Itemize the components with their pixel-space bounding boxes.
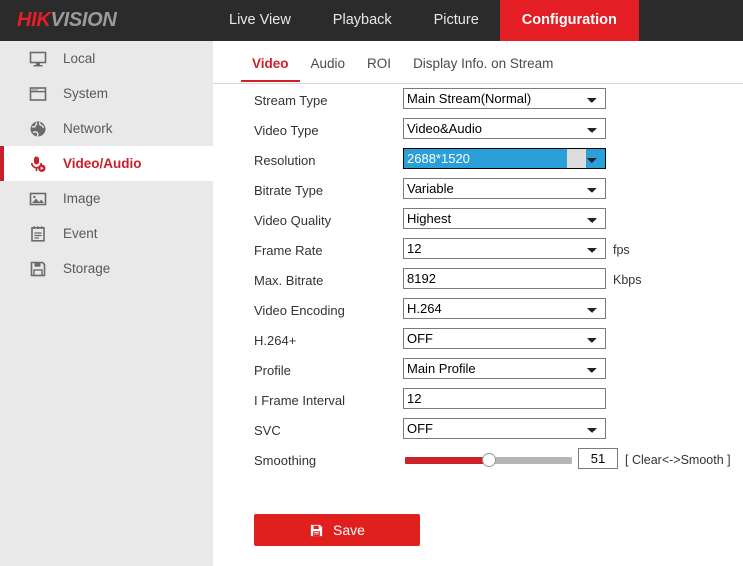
globe-icon <box>27 118 49 140</box>
label-video-encoding: Video Encoding <box>254 303 345 318</box>
sidebar-item-label: Local <box>63 51 95 66</box>
floppy-disk-icon <box>27 258 49 280</box>
tab-roi[interactable]: ROI <box>356 49 402 82</box>
form-row-video-encoding: Video Encoding H.264 <box>213 297 743 327</box>
form-row-bitrate-type: Bitrate Type Variable <box>213 177 743 207</box>
label-video-quality: Video Quality <box>254 213 331 228</box>
sidebar-item-image[interactable]: Image <box>0 181 213 216</box>
control-video-quality: Highest <box>403 208 606 229</box>
sidebar-item-event[interactable]: Event <box>0 216 213 251</box>
tab-audio[interactable]: Audio <box>300 49 357 82</box>
bitrate-type-select[interactable]: Variable <box>403 178 606 199</box>
nav-tab-live-view[interactable]: Live View <box>208 0 312 41</box>
control-bitrate-type: Variable <box>403 178 606 199</box>
unit-kbps: Kbps <box>613 273 642 287</box>
control-i-frame-interval <box>403 388 606 409</box>
microphone-icon <box>27 153 49 175</box>
sidebar-item-label: Image <box>63 191 101 206</box>
form-row-resolution: Resolution 2688*1520 <box>213 147 743 177</box>
main-navigation: Live ViewPlaybackPictureConfiguration <box>208 0 639 41</box>
control-video-type: Video&Audio <box>403 118 606 139</box>
sidebar-item-label: Event <box>63 226 98 241</box>
frame-rate-select[interactable]: 12 <box>403 238 606 259</box>
tab-video[interactable]: Video <box>241 49 300 82</box>
label-video-type: Video Type <box>254 123 319 138</box>
sidebar-item-label: Storage <box>63 261 110 276</box>
label-max-bitrate: Max. Bitrate <box>254 273 323 288</box>
form-row-max-bitrate: Max. Bitrate Kbps <box>213 267 743 297</box>
sidebar-item-label: Video/Audio <box>63 156 142 171</box>
label-stream-type: Stream Type <box>254 93 327 108</box>
sidebar-item-label: Network <box>63 121 113 136</box>
control-profile: Main Profile <box>403 358 606 379</box>
slider-handle[interactable] <box>482 453 496 467</box>
svc-select[interactable]: OFF <box>403 418 606 439</box>
smoothing-value-input[interactable] <box>578 448 618 469</box>
label-profile: Profile <box>254 363 291 378</box>
label-i-frame-interval: I Frame Interval <box>254 393 345 408</box>
label-smoothing: Smoothing <box>254 453 316 468</box>
floppy-disk-icon <box>309 523 324 538</box>
h264-plus-select[interactable]: OFF <box>403 328 606 349</box>
top-header-bar: HIKVISION Live ViewPlaybackPictureConfig… <box>0 0 743 41</box>
video-encoding-select[interactable]: H.264 <box>403 298 606 319</box>
form-row-svc: SVC OFF <box>213 417 743 447</box>
stream-type-select[interactable]: Main Stream(Normal) <box>403 88 606 109</box>
smoothing-slider[interactable] <box>405 456 572 464</box>
label-bitrate-type: Bitrate Type <box>254 183 323 198</box>
save-button[interactable]: Save <box>254 514 420 546</box>
nav-tab-configuration[interactable]: Configuration <box>500 0 639 41</box>
control-frame-rate: 12 <box>403 238 606 259</box>
form-row-frame-rate: Frame Rate 12 fps <box>213 237 743 267</box>
smoothing-hint-text: [ Clear<->Smooth ] <box>625 453 731 467</box>
window-icon <box>27 83 49 105</box>
video-type-select[interactable]: Video&Audio <box>403 118 606 139</box>
logo-text-hik: HIK <box>17 9 51 31</box>
control-max-bitrate <box>403 268 606 289</box>
control-resolution: 2688*1520 <box>403 148 606 169</box>
slider-fill <box>405 457 489 464</box>
main-content-panel: VideoAudioROIDisplay Info. on Stream Str… <box>213 41 743 566</box>
content-tab-strip: VideoAudioROIDisplay Info. on Stream <box>213 49 743 84</box>
calendar-icon <box>27 223 49 245</box>
i-frame-interval-input[interactable] <box>403 388 606 409</box>
form-row-stream-type: Stream Type Main Stream(Normal) <box>213 87 743 117</box>
control-stream-type: Main Stream(Normal) <box>403 88 606 109</box>
control-svc: OFF <box>403 418 606 439</box>
sidebar-item-system[interactable]: System <box>0 76 213 111</box>
label-frame-rate: Frame Rate <box>254 243 323 258</box>
resolution-select[interactable]: 2688*1520 <box>403 148 606 169</box>
form-row-smoothing: Smoothing [ Clear<->Smooth ] <box>213 447 743 477</box>
form-row-video-type: Video Type Video&Audio <box>213 117 743 147</box>
hikvision-logo: HIKVISION <box>17 9 117 32</box>
max-bitrate-input[interactable] <box>403 268 606 289</box>
profile-select[interactable]: Main Profile <box>403 358 606 379</box>
sidebar-item-label: System <box>63 86 108 101</box>
nav-tab-picture[interactable]: Picture <box>413 0 500 41</box>
form-row-profile: Profile Main Profile <box>213 357 743 387</box>
nav-tab-playback[interactable]: Playback <box>312 0 413 41</box>
form-row-video-quality: Video Quality Highest <box>213 207 743 237</box>
video-quality-select[interactable]: Highest <box>403 208 606 229</box>
form-row-h264-plus: H.264+ OFF <box>213 327 743 357</box>
save-button-label: Save <box>333 522 365 538</box>
picture-icon <box>27 188 49 210</box>
sidebar-item-storage[interactable]: Storage <box>0 251 213 286</box>
sidebar-item-video-audio[interactable]: Video/Audio <box>0 146 213 181</box>
monitor-icon <box>27 48 49 70</box>
video-settings-form: Stream Type Main Stream(Normal) Video Ty… <box>213 87 743 477</box>
form-row-i-frame-interval: I Frame Interval <box>213 387 743 417</box>
sidebar-item-network[interactable]: Network <box>0 111 213 146</box>
label-resolution: Resolution <box>254 153 315 168</box>
control-video-encoding: H.264 <box>403 298 606 319</box>
sidebar-navigation: Local System Network Video/Audio Image E… <box>0 41 213 566</box>
sidebar-item-local[interactable]: Local <box>0 41 213 76</box>
logo-text-vision: VISION <box>51 9 117 31</box>
tab-display-info-on-stream[interactable]: Display Info. on Stream <box>402 49 564 82</box>
unit-fps: fps <box>613 243 630 257</box>
label-h264-plus: H.264+ <box>254 333 296 348</box>
control-h264-plus: OFF <box>403 328 606 349</box>
label-svc: SVC <box>254 423 281 438</box>
